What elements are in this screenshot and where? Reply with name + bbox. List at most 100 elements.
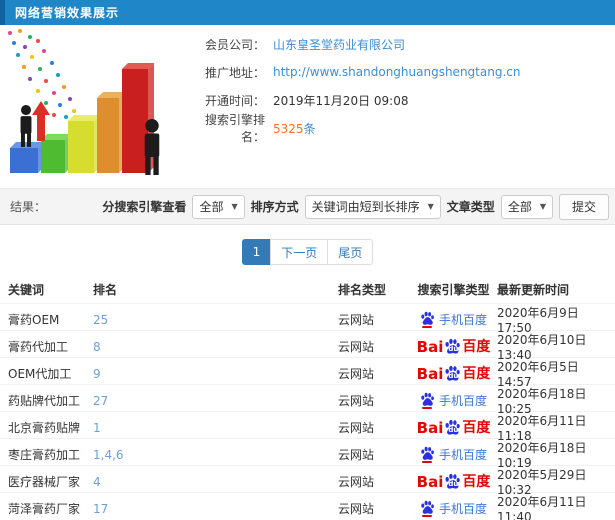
engine-cell: Bai du 百度 xyxy=(410,338,497,355)
filter-label-2: 文章类型 xyxy=(446,200,495,214)
rank-link[interactable]: 25 xyxy=(93,313,338,327)
filter-select-0[interactable]: 全部 ▼ xyxy=(192,194,245,219)
rank-type-cell: 云网站 xyxy=(338,340,375,354)
page-header: 网络营销效果展示 xyxy=(0,0,615,25)
filter-bar: 结果： 分搜索引擎查看 全部 ▼ 排序方式 关键词由短到长排序 ▼ 文章类型 全部 ▼ 提交 xyxy=(0,188,615,225)
table-row: 膏药代加工 8 云网站 Bai du 百度 2020年6月10日 13:40 xyxy=(0,330,615,362)
growth-chart-illustration xyxy=(8,29,160,175)
keyword-cell: 枣庄膏药加工 xyxy=(8,448,81,462)
baidu-logo-chinese: 百度 xyxy=(462,366,491,382)
table-row: 北京膏药贴牌 1 云网站 Bai du 百度 2020年6月11日 11:18 xyxy=(0,411,615,443)
last-page-button[interactable]: 尾页 xyxy=(327,239,374,265)
info-value-link[interactable]: 山东皇圣堂药业有限公司 xyxy=(273,38,405,52)
rank-link[interactable]: 8 xyxy=(93,340,338,354)
rank-link[interactable]: 27 xyxy=(93,394,338,408)
mobile-baidu-logo: 手机百度 xyxy=(420,392,487,409)
table-header-row: 关键词 排名 排名类型 搜索引擎类型 最新更新时间 xyxy=(0,275,615,303)
baidu-logo-bai: Bai xyxy=(416,338,444,356)
rank-type-cell: 云网站 xyxy=(338,475,375,489)
keyword-cell: OEM代加工 xyxy=(8,367,72,381)
account-info: 会员公司： 山东皇圣堂药业有限公司 推广地址： http://www.shandong… xyxy=(183,25,615,188)
table-row: 药贴牌代加工 27 云网站 手机百度 2020年6月18日 10:25 xyxy=(0,384,615,416)
marketing-report-page: 网络营销效果展示 会员公司： 山东皇圣堂药业有限公司 推广地址： http://www… xyxy=(0,0,615,520)
ranking-count: 5325 xyxy=(273,121,304,136)
engine-cell: Bai du 百度 xyxy=(410,419,497,436)
keyword-cell: 菏泽膏药厂家 xyxy=(8,502,81,516)
baidu-logo: Bai du 百度 xyxy=(417,365,491,382)
info-label: 会员公司： xyxy=(204,37,265,52)
baidu-logo-chinese: 百度 xyxy=(462,339,491,355)
baidu-logo: Bai du 百度 xyxy=(417,419,490,436)
baidu-logo-chinese: 百度 xyxy=(462,474,491,490)
baidu-logo-du: du xyxy=(448,426,459,434)
result-label: 结果： xyxy=(10,200,47,214)
submit-button[interactable]: 提交 xyxy=(558,193,609,220)
keyword-ranking-table: 关键词 排名 排名类型 搜索引擎类型 最新更新时间 膏药OEM 25 云网站 手机百度 2020… xyxy=(0,275,615,520)
info-row: 会员公司： 山东皇圣堂药业有限公司 xyxy=(183,35,615,53)
mobile-baidu-label: 手机百度 xyxy=(438,448,487,462)
baidu-logo-du: du xyxy=(448,372,459,380)
mobile-baidu-logo: 手机百度 xyxy=(420,446,487,463)
chevron-down-icon: ▼ xyxy=(427,202,434,211)
info-row: 搜索引擎排名： 5325条 xyxy=(183,113,615,144)
rank-link[interactable]: 1 xyxy=(93,421,338,435)
ranking-count-unit-link[interactable]: 条 xyxy=(304,122,316,136)
rank-link[interactable]: 17 xyxy=(93,502,338,516)
rank-link[interactable]: 4 xyxy=(93,475,338,489)
page-1-button[interactable]: 1 xyxy=(241,239,272,265)
paw-underline xyxy=(422,461,433,463)
filter-label-1: 排序方式 xyxy=(250,200,299,214)
engine-cell: 手机百度 xyxy=(410,311,497,328)
engine-cell: 手机百度 xyxy=(410,446,497,463)
keyword-cell: 北京膏药贴牌 xyxy=(8,421,81,435)
table-row: OEM代加工 9 云网站 Bai du 百度 2020年6月5日 14:57 xyxy=(0,357,615,389)
baidu-paw-icon xyxy=(420,392,435,409)
info-row: 开通时间： 2019年11月20日 09:08 xyxy=(183,91,615,109)
info-value: 5325条 xyxy=(273,120,316,137)
info-label: 推广地址： xyxy=(204,65,265,80)
engine-cell: 手机百度 xyxy=(410,392,497,409)
summary-section: 会员公司： 山东皇圣堂药业有限公司 推广地址： http://www.shandong… xyxy=(0,25,615,188)
updated-time-cell: 2020年6月11日 11:40 xyxy=(497,495,587,520)
baidu-logo-du: du xyxy=(448,345,459,353)
filter-select-value: 关键词由短到长排序 xyxy=(311,200,420,214)
rank-link[interactable]: 9 xyxy=(93,367,338,381)
baidu-logo: Bai du 百度 xyxy=(417,473,491,490)
table-row: 膏药OEM 25 云网站 手机百度 2020年6月9日 17:50 xyxy=(0,303,615,335)
keyword-cell: 膏药代加工 xyxy=(8,340,69,354)
table-row: 菏泽膏药厂家 17 云网站 手机百度 2020年6月11日 11:40 xyxy=(0,492,615,520)
baidu-paw-icon: du xyxy=(444,419,461,436)
mobile-baidu-label: 手机百度 xyxy=(438,394,487,408)
rank-link[interactable]: 1,4,6 xyxy=(93,448,338,462)
info-value: 2019年11月20日 09:08 xyxy=(273,93,409,108)
bar-chart-graphic xyxy=(0,25,183,188)
column-header: 排名 xyxy=(93,282,118,297)
filter-controls: 分搜索引擎查看 全部 ▼ 排序方式 关键词由短到长排序 ▼ 文章类型 全部 ▼ 提交 xyxy=(102,193,609,220)
next-page-button[interactable]: 下一页 xyxy=(270,239,329,265)
paw-underline xyxy=(422,407,433,409)
baidu-logo: Bai du 百度 xyxy=(416,338,491,356)
engine-cell: Bai du 百度 xyxy=(410,473,497,490)
keyword-cell: 膏药OEM xyxy=(8,313,60,327)
filter-select-value: 全部 xyxy=(199,200,224,214)
rank-type-cell: 云网站 xyxy=(338,313,375,327)
baidu-paw-icon xyxy=(420,311,435,328)
baidu-paw-icon: du xyxy=(444,365,461,382)
baidu-paw-icon: du xyxy=(444,473,461,490)
filter-label-0: 分搜索引擎查看 xyxy=(102,200,187,214)
info-value-link[interactable]: http://www.shandonghuangshengtang.cn xyxy=(273,65,520,79)
baidu-paw-icon xyxy=(420,446,435,463)
column-header: 搜索引擎类型 xyxy=(417,282,490,297)
info-label: 搜索引擎排名： xyxy=(204,113,265,144)
filter-select-1[interactable]: 关键词由短到长排序 ▼ xyxy=(304,194,441,219)
table-row: 医疗器械厂家 4 云网站 Bai du 百度 2020年5月29日 10:32 xyxy=(0,465,615,497)
info-row: 推广地址： http://www.shandonghuangshengtang.c… xyxy=(183,63,615,81)
mobile-baidu-logo: 手机百度 xyxy=(420,311,487,328)
rank-type-cell: 云网站 xyxy=(338,502,375,516)
keyword-cell: 药贴牌代加工 xyxy=(8,394,81,408)
chevron-down-icon: ▼ xyxy=(231,202,238,211)
column-header: 关键词 xyxy=(8,282,45,297)
rank-type-cell: 云网站 xyxy=(338,421,375,435)
chevron-down-icon: ▼ xyxy=(539,202,546,211)
filter-select-2[interactable]: 全部 ▼ xyxy=(500,194,553,219)
